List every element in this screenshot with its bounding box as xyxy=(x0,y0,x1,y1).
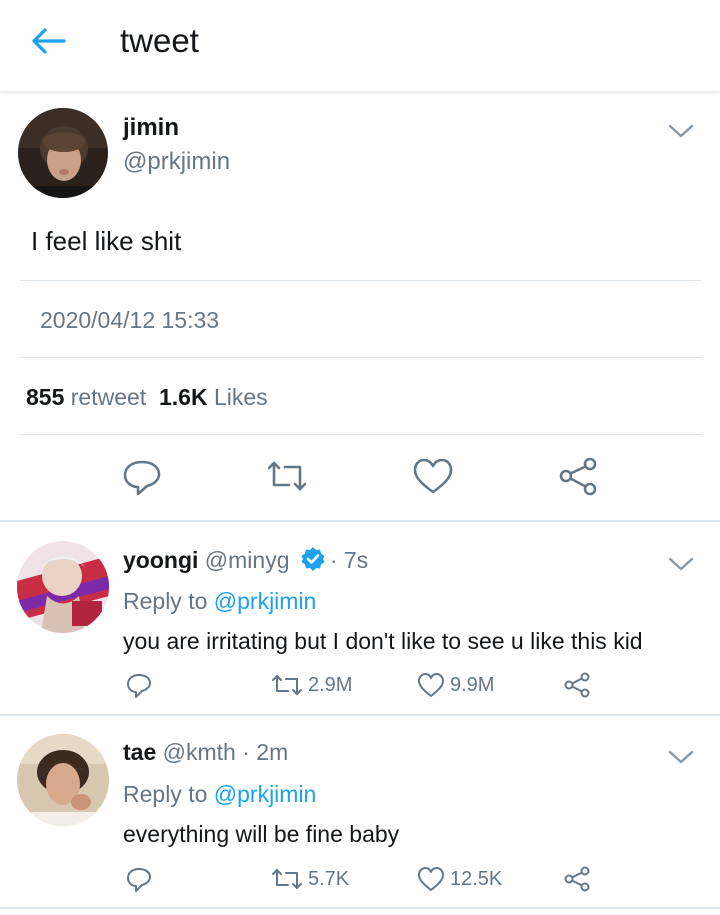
retweet-icon[interactable] xyxy=(263,452,311,500)
reply-to-label: Reply to xyxy=(123,781,208,807)
retweet-action[interactable]: 5.7K xyxy=(270,864,349,894)
retweet-count[interactable]: 855 xyxy=(26,384,64,410)
like-count: 12.5K xyxy=(450,867,503,890)
reply-author-handle[interactable]: @kmth xyxy=(163,739,236,765)
avatar-jimin[interactable] xyxy=(18,108,108,198)
reply-action[interactable] xyxy=(124,670,154,700)
retweet-action[interactable]: 2.9M xyxy=(270,670,352,700)
tweet-stats: 855 retweet 1.6K Likes xyxy=(26,384,268,411)
reply-text: you are irritating but I don't like to s… xyxy=(123,628,643,654)
reply-time: 7s xyxy=(343,547,369,573)
like-count: 9.9M xyxy=(450,673,495,696)
reply-text: everything will be fine baby xyxy=(123,821,400,847)
reply-author-name[interactable]: yoongi xyxy=(123,547,198,573)
reply-header: yoongi @minyg · 7s xyxy=(123,546,368,578)
retweet-count: 5.7K xyxy=(308,867,350,890)
divider xyxy=(20,357,702,358)
like-action[interactable]: 9.9M xyxy=(416,670,494,700)
share-action[interactable] xyxy=(562,864,592,894)
reply-author-handle[interactable]: @minyg xyxy=(205,547,290,573)
share-action[interactable] xyxy=(562,670,592,700)
section-divider xyxy=(0,520,720,522)
reply-icon[interactable] xyxy=(118,452,166,500)
reply-author-name[interactable]: tae xyxy=(123,739,156,765)
divider xyxy=(20,434,702,435)
tweet-text: I feel like shit xyxy=(31,226,182,256)
like-count[interactable]: 1.6K xyxy=(159,384,208,410)
chevron-down-icon[interactable] xyxy=(666,118,696,142)
like-heart-icon[interactable] xyxy=(409,452,457,500)
author-name[interactable]: jimin xyxy=(123,114,179,142)
section-divider xyxy=(0,714,720,716)
back-arrow-icon[interactable] xyxy=(28,22,72,62)
share-icon[interactable] xyxy=(554,452,602,500)
like-action[interactable]: 12.5K xyxy=(416,864,502,894)
reply-header: tae @kmth · 2m xyxy=(123,739,288,766)
separator-dot: · xyxy=(242,739,250,765)
chevron-down-icon[interactable] xyxy=(666,551,696,575)
chevron-down-icon[interactable] xyxy=(666,744,696,768)
divider xyxy=(20,280,702,281)
page-title: tweet xyxy=(120,22,199,59)
retweet-label[interactable]: retweet xyxy=(71,384,146,410)
reply-time: 2m xyxy=(256,739,289,765)
reply-to-line: Reply to @prkjimin xyxy=(123,588,316,615)
retweet-count: 2.9M xyxy=(308,673,353,696)
top-app-bar: tweet xyxy=(0,0,720,92)
avatar-yoongi[interactable] xyxy=(17,541,109,633)
verified-badge-icon xyxy=(300,546,326,578)
reply-action[interactable] xyxy=(124,864,154,894)
tweet-timestamp: 2020/04/12 15:33 xyxy=(40,307,220,333)
section-divider xyxy=(0,907,720,909)
separator-dot: · xyxy=(329,547,338,573)
reply-to-label: Reply to xyxy=(123,588,208,614)
reply-to-line: Reply to @prkjimin xyxy=(123,781,316,808)
reply-to-mention[interactable]: @prkjimin xyxy=(214,588,317,614)
reply-to-mention[interactable]: @prkjimin xyxy=(214,781,317,807)
avatar-tae[interactable] xyxy=(17,734,109,826)
like-label[interactable]: Likes xyxy=(214,384,268,410)
author-handle[interactable]: @prkjimin xyxy=(123,148,230,176)
